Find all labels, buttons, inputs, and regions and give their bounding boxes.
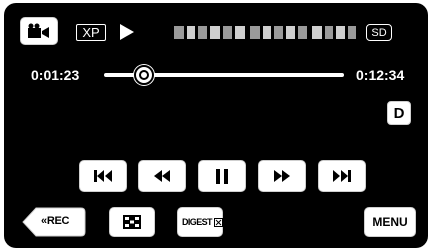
fast-forward-icon	[274, 170, 290, 182]
index-button[interactable]	[109, 207, 155, 237]
skip-back-icon	[93, 169, 113, 183]
rewind-icon	[154, 170, 170, 182]
digest-button[interactable]: DIGEST	[177, 207, 223, 237]
digest-close-icon	[213, 217, 223, 227]
fast-forward-button[interactable]	[258, 160, 306, 192]
skip-forward-button[interactable]	[318, 160, 366, 192]
rec-button-label: «REC	[41, 215, 70, 227]
pause-icon	[216, 168, 228, 184]
pause-button[interactable]	[198, 160, 246, 192]
delete-button-label: D	[393, 104, 405, 122]
total-time: 0:12:34	[356, 67, 405, 83]
quality-badge: XP	[76, 24, 106, 41]
rec-button[interactable]: «REC	[22, 207, 86, 237]
menu-button[interactable]: MENU	[364, 207, 416, 237]
seek-handle[interactable]	[133, 65, 154, 85]
video-camera-icon	[27, 23, 51, 39]
playback-screen: XP SD 0:01:23 0:12:34 D «REC DIGEST MENU	[4, 3, 428, 248]
filename-mosaic	[174, 26, 356, 39]
elapsed-time: 0:01:23	[31, 67, 80, 83]
delete-button[interactable]: D	[387, 101, 411, 125]
mode-button[interactable]	[20, 17, 58, 45]
skip-forward-icon	[332, 169, 352, 183]
skip-back-button[interactable]	[79, 160, 127, 192]
play-icon	[119, 23, 135, 41]
rewind-button[interactable]	[138, 160, 186, 192]
menu-button-label: MENU	[372, 215, 408, 229]
media-badge: SD	[366, 24, 392, 41]
index-grid-icon	[123, 215, 141, 229]
digest-button-label: DIGEST	[182, 217, 213, 227]
